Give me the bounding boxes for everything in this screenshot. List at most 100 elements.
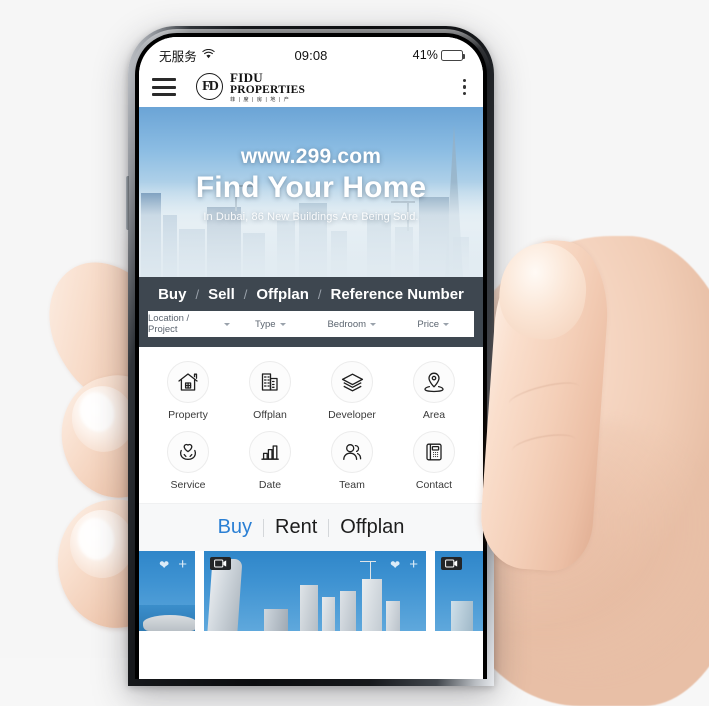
category-label: Property: [168, 409, 208, 421]
thumb: [477, 236, 613, 574]
category-developer[interactable]: Developer: [311, 361, 393, 421]
category-offplan[interactable]: Offplan: [229, 361, 311, 421]
hamburger-menu-icon[interactable]: [152, 78, 176, 96]
brand-line-2: PROPERTIES: [230, 83, 306, 96]
filter-price[interactable]: Price: [393, 319, 475, 330]
brand-wordmark: FIDU PROPERTIES 菲 | 度 | 房 | 地 | 产: [230, 71, 305, 103]
hero-text-block: www.299.com Find Your Home In Dubai, 86 …: [139, 107, 483, 223]
phone-side-button[interactable]: [126, 176, 129, 230]
palm-shading: [470, 420, 709, 680]
category-contact[interactable]: Contact: [393, 431, 475, 491]
thumb-crease: [506, 377, 582, 413]
category-property[interactable]: Property: [147, 361, 229, 421]
listing-card[interactable]: ❤ +: [139, 551, 195, 631]
app-header: FD FIDU PROPERTIES 菲 | 度 | 房 | 地 | 产: [139, 67, 483, 107]
category-label: Contact: [415, 479, 453, 491]
phone-bezel: 无服务 09:08 41% FD FIDU PROPERTIES 菲 | 度 |…: [135, 33, 487, 679]
plus-icon[interactable]: +: [409, 557, 418, 572]
logo-monogram-icon: FD: [196, 73, 223, 101]
nav-separator: /: [243, 286, 248, 302]
search-filter-wrapper: Location / Project Type Bedroom Price: [139, 311, 483, 347]
thumb-crease: [510, 430, 578, 460]
phone-screen: 无服务 09:08 41% FD FIDU PROPERTIES 菲 | 度 |…: [139, 37, 483, 679]
status-bar-right: 41%: [362, 48, 466, 62]
category-team[interactable]: Team: [311, 431, 393, 491]
hero-website-url: www.299.com: [240, 145, 382, 168]
battery-percent-label: 41%: [412, 48, 438, 62]
status-bar: 无服务 09:08 41%: [139, 37, 483, 67]
filter-label: Type: [254, 318, 276, 330]
people-icon: [331, 431, 373, 473]
card-actions: ❤ +: [390, 557, 418, 572]
category-label: Service: [170, 479, 206, 491]
search-filter-bar: Location / Project Type Bedroom Price: [148, 311, 474, 337]
heart-hands-icon: [167, 431, 209, 473]
house-icon: [167, 361, 209, 403]
carrier-label: 无服务: [159, 49, 197, 64]
listing-tab-offplan[interactable]: Offplan: [340, 516, 404, 539]
filter-label: Price: [417, 318, 440, 330]
category-service[interactable]: Service: [147, 431, 229, 491]
category-area[interactable]: Area: [393, 361, 475, 421]
filter-label: Bedroom: [327, 318, 367, 330]
video-badge-icon: [210, 557, 231, 570]
primary-nav-tabs: Buy / Sell / Offplan / Reference Number: [139, 277, 483, 311]
listing-tab-buy[interactable]: Buy: [218, 516, 252, 539]
brand-logo[interactable]: FD FIDU PROPERTIES 菲 | 度 | 房 | 地 | 产: [196, 71, 305, 103]
nav-tab-offplan[interactable]: Offplan: [256, 286, 309, 303]
hero-banner: www.299.com Find Your Home In Dubai, 86 …: [139, 107, 483, 277]
buildings-icon: [249, 361, 291, 403]
category-label: Date: [258, 479, 282, 491]
listing-card[interactable]: [435, 551, 483, 631]
nail-highlight: [74, 387, 120, 437]
filter-type[interactable]: Type: [230, 319, 312, 330]
bar-chart-icon: [249, 431, 291, 473]
nav-separator: /: [317, 286, 322, 302]
nav-separator: /: [195, 286, 200, 302]
layers-icon: [331, 361, 373, 403]
island-photo: [143, 615, 195, 631]
telephone-icon: [413, 431, 455, 473]
kebab-menu-icon[interactable]: [459, 75, 470, 99]
plus-icon[interactable]: +: [178, 557, 187, 572]
category-grid: Property Offplan Developer Area Service …: [139, 347, 483, 503]
category-label: Offplan: [253, 409, 287, 421]
heart-icon[interactable]: ❤: [159, 559, 169, 571]
map-pin-icon: [413, 361, 455, 403]
filter-label: Location / Project: [148, 313, 190, 335]
heart-icon[interactable]: ❤: [390, 559, 400, 571]
category-label: Team: [339, 479, 365, 491]
thumb-tip: [493, 237, 593, 345]
filter-location-project[interactable]: Location / Project: [148, 313, 230, 335]
video-badge-icon: [441, 557, 462, 570]
scene-background: 无服务 09:08 41% FD FIDU PROPERTIES 菲 | 度 |…: [0, 0, 709, 706]
listing-type-tabs: Buy Rent Offplan: [139, 503, 483, 551]
chevron-down-icon: [370, 322, 377, 326]
tab-divider: [328, 518, 330, 537]
chevron-down-icon: [279, 322, 286, 326]
chevron-down-icon: [443, 322, 450, 326]
battery-icon: [440, 49, 466, 61]
category-label: Area: [422, 409, 446, 421]
listing-tab-rent[interactable]: Rent: [275, 516, 317, 539]
hero-subline: In Dubai, 86 New Buildings Are Being Sol…: [203, 211, 419, 223]
nav-tab-buy[interactable]: Buy: [158, 286, 186, 303]
status-bar-time: 09:08: [294, 47, 328, 63]
category-date[interactable]: Date: [229, 431, 311, 491]
nail-highlight: [74, 514, 118, 564]
tab-divider: [263, 518, 265, 537]
brand-line-3: 菲 | 度 | 房 | 地 | 产: [230, 96, 290, 103]
nav-tab-reference-number[interactable]: Reference Number: [331, 286, 464, 303]
brand-line-1: FIDU: [230, 69, 263, 85]
status-bar-left: 无服务: [159, 46, 260, 65]
card-actions: ❤ +: [159, 557, 187, 572]
hero-headline: Find Your Home: [195, 171, 427, 204]
nav-tab-sell[interactable]: Sell: [208, 286, 235, 303]
listing-card[interactable]: ❤ +: [204, 551, 426, 631]
filter-bedroom[interactable]: Bedroom: [311, 319, 393, 330]
category-label: Developer: [328, 409, 376, 421]
phone-device: 无服务 09:08 41% FD FIDU PROPERTIES 菲 | 度 |…: [126, 26, 494, 686]
wifi-icon: [202, 48, 215, 62]
fingernail: [66, 506, 138, 582]
listing-card-carousel[interactable]: ❤ + ❤ +: [139, 551, 483, 631]
